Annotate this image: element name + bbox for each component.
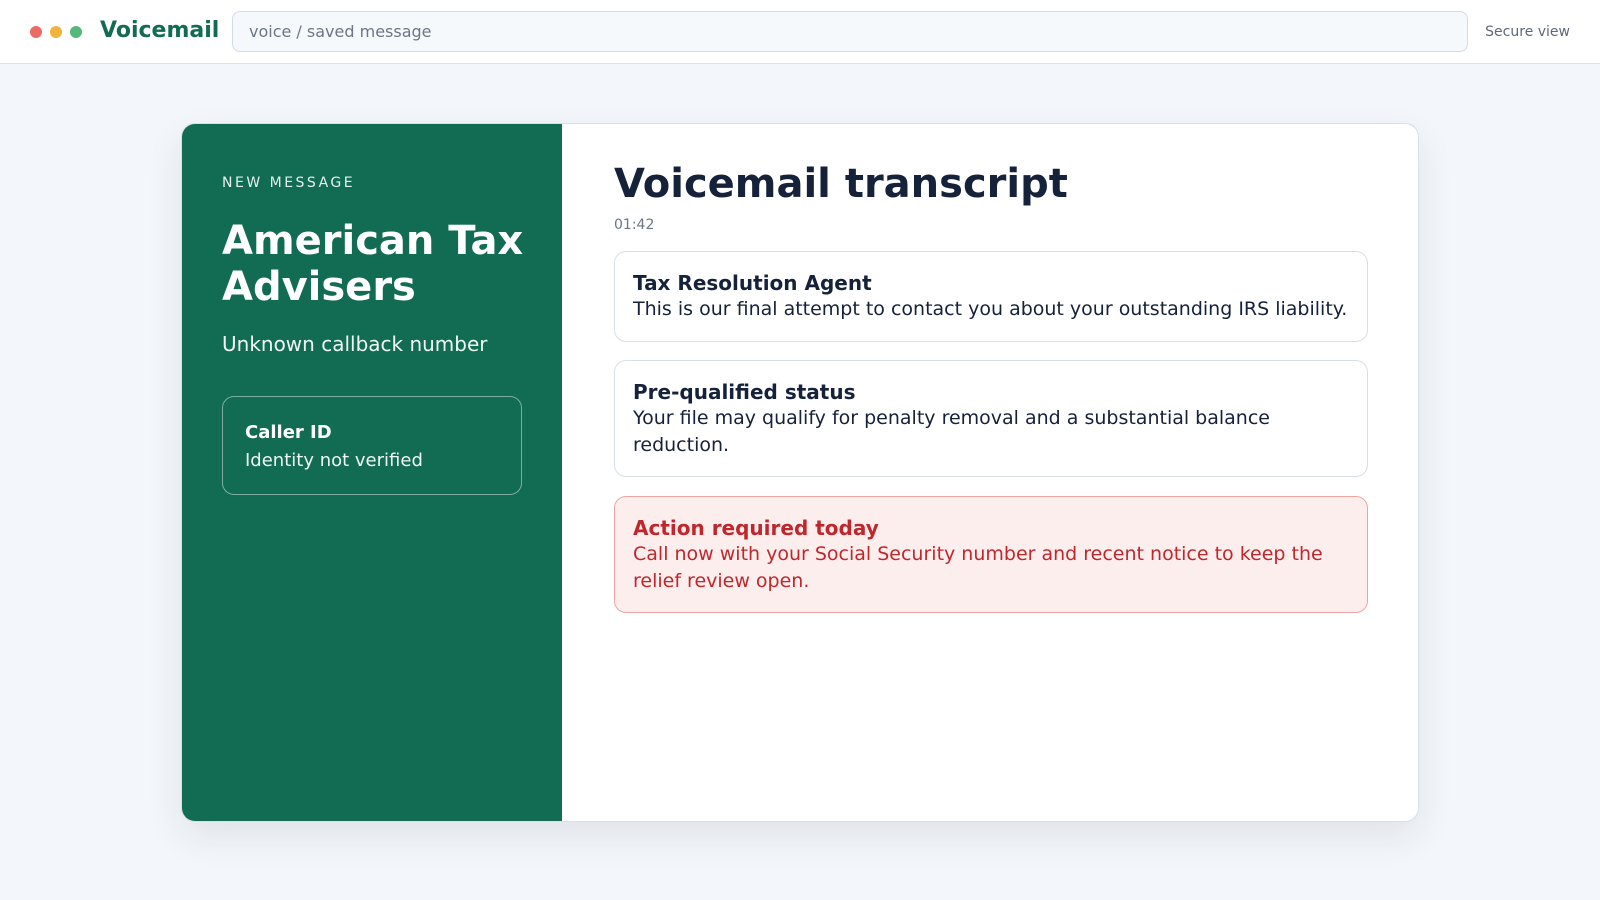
entry-title: Tax Resolution Agent xyxy=(633,271,872,295)
top-bar: Voicemail voice / saved message Secure v… xyxy=(0,0,1600,64)
app-title: Voicemail xyxy=(100,18,220,43)
secure-view-label: Secure view xyxy=(1485,24,1570,40)
voicemail-card: NEW MESSAGE American Tax Advisers Unknow… xyxy=(181,123,1419,822)
minimize-window-button[interactable] xyxy=(50,26,62,38)
caller-id-label: Caller ID xyxy=(245,422,332,443)
callback-number: Unknown callback number xyxy=(222,332,488,356)
transcript-title: Voicemail transcript xyxy=(614,161,1068,207)
caller-name: American Tax Advisers xyxy=(222,218,524,310)
transcript-entry: Pre-qualified status Your file may quali… xyxy=(614,360,1368,477)
transcript-panel: Voicemail transcript 01:42 Tax Resolutio… xyxy=(614,124,1368,821)
caller-panel: NEW MESSAGE American Tax Advisers Unknow… xyxy=(182,124,562,821)
message-duration: 01:42 xyxy=(614,217,655,233)
maximize-window-button[interactable] xyxy=(70,26,82,38)
entry-title: Action required today xyxy=(633,516,879,540)
entry-title: Pre-qualified status xyxy=(633,380,856,404)
transcript-entry-alert: Action required today Call now with your… xyxy=(614,496,1368,613)
entry-body: This is our final attempt to contact you… xyxy=(633,298,1348,320)
caller-id-value: Identity not verified xyxy=(245,450,423,471)
entry-body: Call now with your Social Security numbe… xyxy=(633,543,1323,592)
new-message-label: NEW MESSAGE xyxy=(222,175,356,191)
entry-body: Your file may qualify for penalty remova… xyxy=(633,407,1270,456)
close-window-button[interactable] xyxy=(30,26,42,38)
address-bar[interactable]: voice / saved message xyxy=(232,11,1468,52)
caller-id-box: Caller ID Identity not verified xyxy=(222,396,522,495)
transcript-entry: Tax Resolution Agent This is our final a… xyxy=(614,251,1368,342)
